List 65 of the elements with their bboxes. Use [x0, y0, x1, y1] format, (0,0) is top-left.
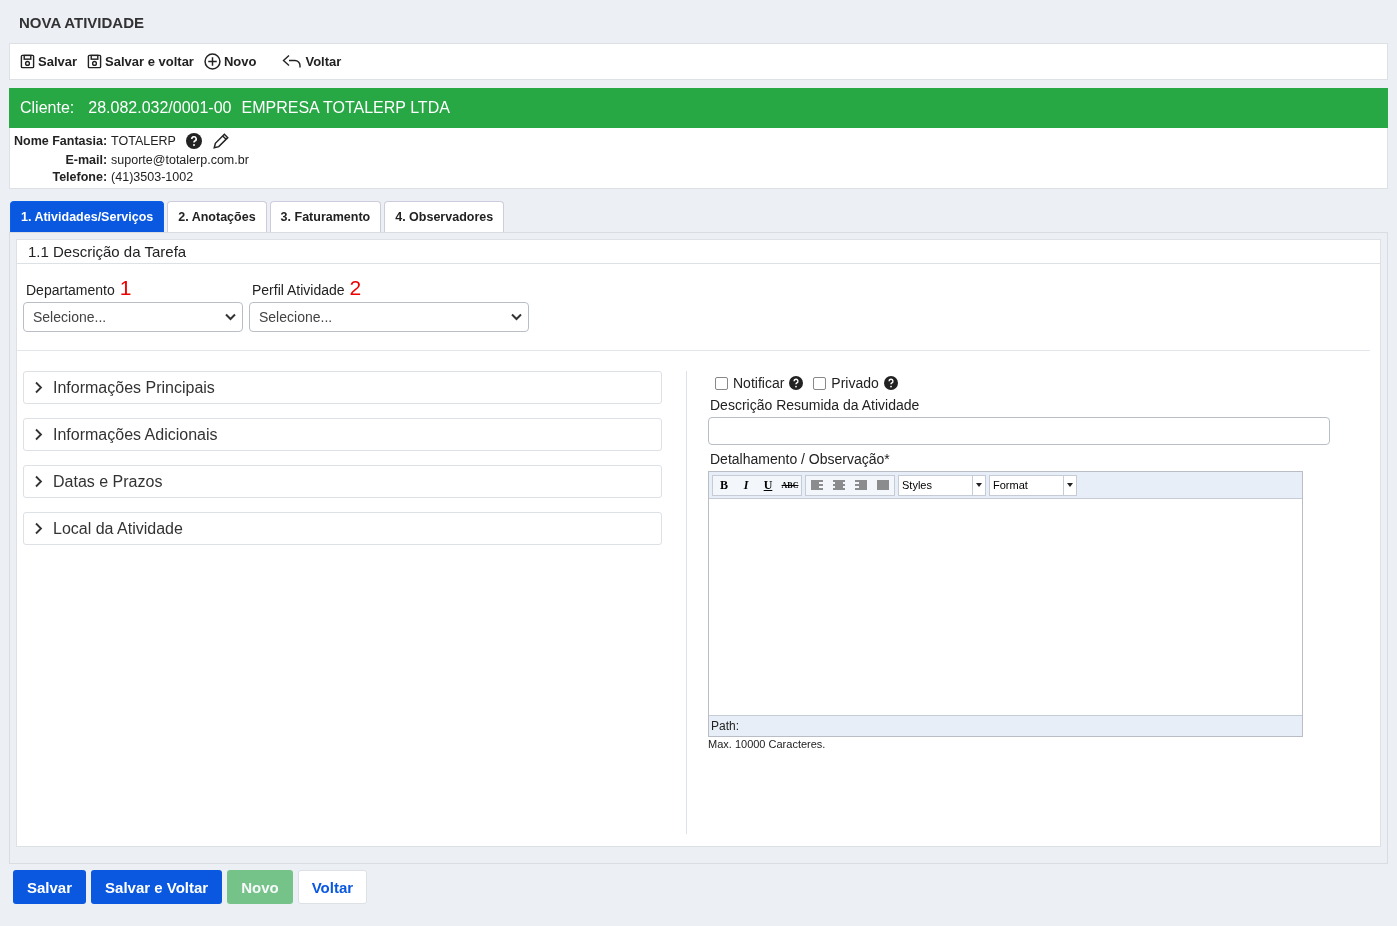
checkbox-label: Notificar: [733, 375, 785, 391]
caret-down-icon: [1067, 483, 1073, 487]
select-field[interactable]: Selecione...: [23, 302, 243, 332]
chevron-down-icon: [511, 313, 522, 321]
field-label: Detalhamento / Observação*: [710, 451, 891, 467]
reply-arrow-icon: [282, 53, 303, 70]
format-button[interactable]: U: [757, 475, 779, 495]
chevron-icon: [34, 428, 43, 441]
input-field[interactable]: [708, 417, 1330, 445]
toolbar-button[interactable]: Salvar: [20, 54, 78, 69]
select-field[interactable]: Selecione...: [249, 302, 529, 332]
align-lines-icon: [876, 479, 890, 491]
annotation-number: 2: [349, 276, 362, 300]
tab[interactable]: 2. Anotações: [167, 201, 267, 232]
checkbox[interactable]: [813, 376, 827, 390]
tab[interactable]: 3. Faturamento: [269, 201, 382, 232]
format-button[interactable]: I: [735, 475, 757, 495]
caret-down-icon: [976, 483, 982, 487]
info-value: suporte@totalerp.com.br: [111, 153, 249, 167]
accordion-header[interactable]: Datas e Prazos: [23, 465, 662, 498]
chevron-down-icon: [225, 313, 236, 321]
checkbox[interactable]: [715, 376, 728, 390]
checkbox-label: Privado: [831, 375, 879, 391]
info-label: E-mail:: [64, 153, 108, 167]
annotation-number: 1: [119, 276, 132, 300]
field-label: Departamento: [25, 282, 115, 298]
help-icon[interactable]: [185, 133, 202, 149]
tab[interactable]: 1. Atividades/Serviços: [10, 201, 165, 232]
action-button[interactable]: Salvar: [13, 870, 87, 904]
action-button[interactable]: Salvar e Voltar: [91, 870, 223, 904]
page-title: NOVA ATIVIDADE: [18, 13, 145, 33]
client-label: Cliente:: [20, 99, 75, 117]
chevron-icon: [34, 475, 43, 488]
accordion-header[interactable]: Local da Atividade: [23, 512, 662, 545]
accordion-header[interactable]: Informações Adicionais: [23, 418, 662, 451]
char-limit-note: Max. 10000 Caracteres.: [708, 738, 827, 750]
section-title: 1.1 Descrição da Tarefa: [17, 240, 1380, 264]
path-label: Path:: [711, 719, 740, 733]
align-lines-icon: [854, 479, 868, 491]
format-button[interactable]: ABC: [779, 475, 801, 495]
format-button[interactable]: B: [713, 475, 735, 495]
info-label: Telefone:: [51, 170, 108, 184]
info-label: Nome Fantasia:: [14, 134, 108, 148]
chevron-icon: [34, 381, 43, 394]
action-button[interactable]: Voltar: [297, 870, 368, 904]
field-label: Perfil Atividade: [251, 282, 345, 298]
align-lines-icon: [810, 479, 824, 491]
info-value: (41)3503-1002: [111, 170, 194, 184]
accordion-header[interactable]: Informações Principais: [23, 371, 662, 404]
toolbar-button[interactable]: Voltar: [282, 53, 342, 70]
editor-dropdown[interactable]: Format: [989, 474, 1077, 496]
editor-dropdown[interactable]: Styles: [898, 474, 986, 496]
plus-circle-icon: [203, 53, 221, 70]
help-icon[interactable]: [789, 376, 804, 390]
toolbar-button[interactable]: Novo: [203, 53, 257, 70]
tab[interactable]: 4. Observadores: [384, 201, 505, 232]
client-name: EMPRESA TOTALERP LTDA: [241, 99, 450, 117]
help-icon[interactable]: [883, 376, 898, 390]
chevron-icon: [34, 522, 43, 535]
field-label: Descrição Resumida da Atividade: [710, 397, 921, 413]
info-value: TOTALERP: [111, 134, 176, 148]
client-document: 28.082.032/0001-00: [88, 99, 232, 117]
toolbar-button[interactable]: Salvar e voltar: [87, 54, 194, 69]
pencil-icon[interactable]: [211, 132, 230, 150]
align-lines-icon: [832, 479, 846, 491]
